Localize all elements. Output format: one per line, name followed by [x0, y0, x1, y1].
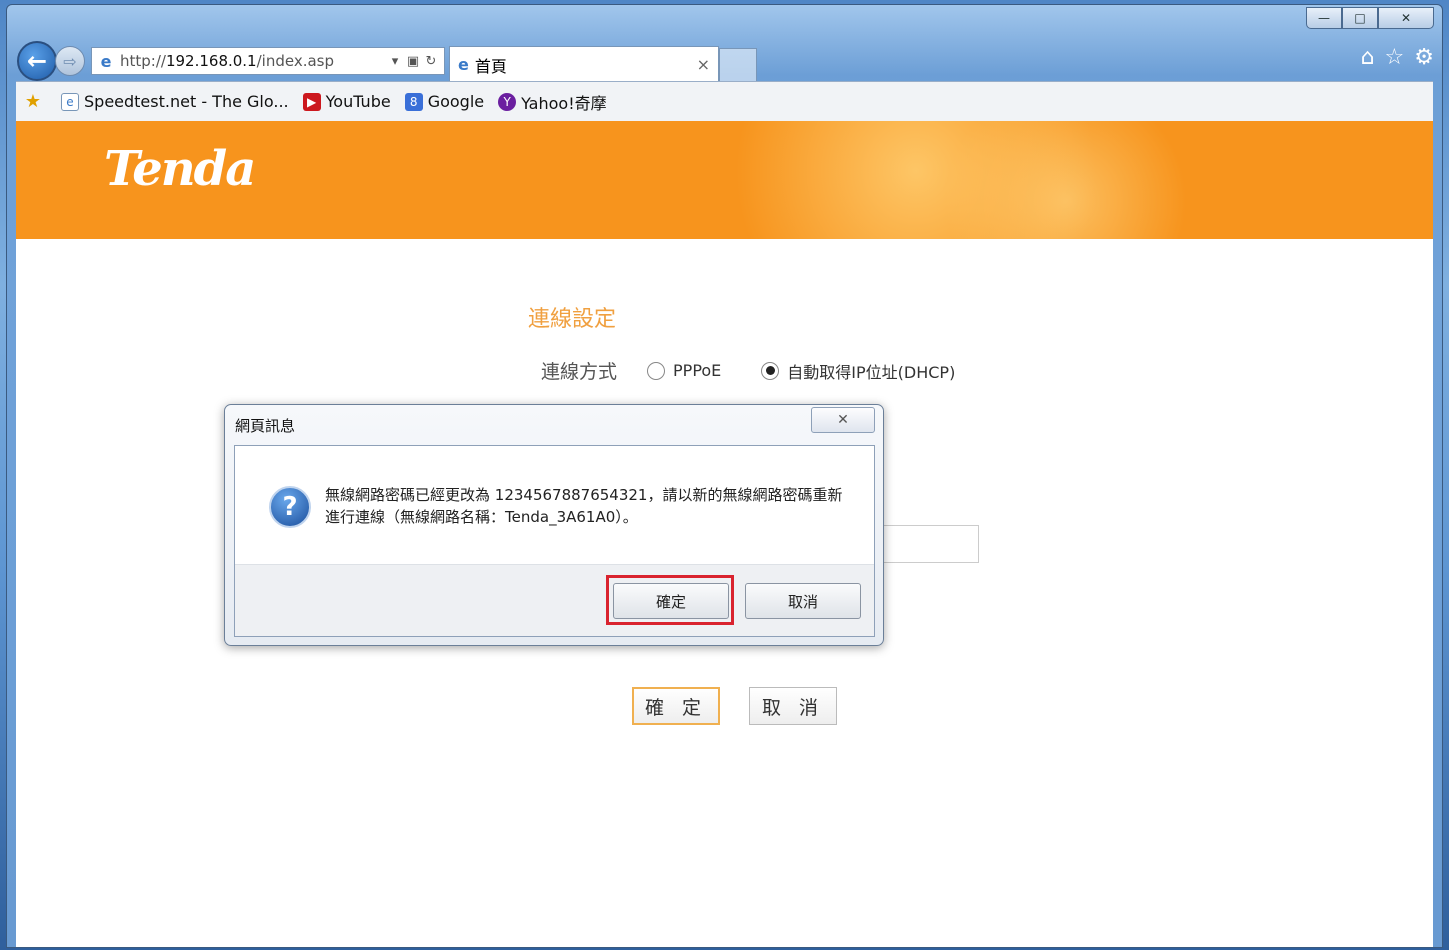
- section-title: 連線設定: [527, 307, 616, 332]
- yahoo-icon: Y: [498, 92, 517, 111]
- maximize-button[interactable]: □: [1342, 7, 1378, 29]
- dialog-title: 網頁訊息: [235, 417, 296, 435]
- fav-label: Google: [427, 92, 485, 111]
- ie-page-icon: e: [61, 92, 79, 111]
- dialog-body: ? 無線網路密碼已經更改為 1234567887654321，請以新的無線網路密…: [234, 445, 875, 637]
- back-button[interactable]: ←: [17, 41, 57, 81]
- dialog-message: 無線網路密碼已經更改為 1234567887654321，請以新的無線網路密碼重…: [325, 486, 843, 526]
- star-icon[interactable]: ☆: [1385, 45, 1405, 70]
- ie-tab-icon: e: [458, 55, 469, 74]
- question-icon: ?: [269, 486, 311, 528]
- navigation-bar: ← ⇨ e http://192.168.0.1/index.asp ▾ ▣ ↻…: [17, 41, 1432, 82]
- forward-arrow-icon: ⇨: [63, 51, 77, 71]
- favorites-add[interactable]: ★: [24, 91, 47, 112]
- radio-dhcp[interactable]: [761, 361, 780, 380]
- forward-button[interactable]: ⇨: [55, 46, 85, 76]
- page-cancel-button[interactable]: 取 消: [749, 687, 837, 725]
- connection-type-label: 連線方式: [541, 361, 618, 383]
- address-url[interactable]: http://192.168.0.1/index.asp: [120, 52, 386, 70]
- fav-item-google[interactable]: 8 Google: [404, 92, 485, 111]
- page-ok-button[interactable]: 確 定: [632, 687, 720, 725]
- compat-view-icon[interactable]: ▣: [404, 54, 422, 69]
- radio-pppoe-label: PPPoE: [673, 361, 722, 380]
- new-tab-button[interactable]: [719, 48, 757, 82]
- fav-label: YouTube: [325, 92, 391, 111]
- header-banner: Tenda: [16, 121, 1433, 239]
- tab-home[interactable]: e 首頁 ×: [449, 46, 719, 82]
- dropdown-icon[interactable]: ▾: [386, 54, 404, 69]
- dialog-ok-button[interactable]: 確定: [613, 583, 729, 619]
- connection-type-row: 連線方式 PPPoE 自動取得IP位址(DHCP): [541, 357, 955, 384]
- radio-dhcp-label: 自動取得IP位址(DHCP): [787, 362, 956, 382]
- back-arrow-icon: ←: [26, 47, 48, 75]
- dialog-cancel-button[interactable]: 取消: [745, 583, 861, 619]
- favorites-bar: ★ e Speedtest.net - The Glo... ▶ YouTube 8…: [16, 81, 1433, 121]
- url-prefix: http://: [120, 52, 166, 70]
- url-host: 192.168.0.1: [165, 52, 257, 70]
- radio-pppoe[interactable]: [647, 361, 666, 380]
- settings-input[interactable]: [876, 525, 979, 563]
- refresh-icon[interactable]: ↻: [422, 54, 440, 69]
- fav-item-yahoo[interactable]: Y Yahoo!奇摩: [498, 90, 607, 114]
- fav-item-youtube[interactable]: ▶ YouTube: [302, 92, 391, 111]
- tab-close-icon[interactable]: ×: [697, 55, 710, 74]
- dialog-footer: 確定 取消: [235, 564, 874, 636]
- fav-label: Speedtest.net - The Glo...: [84, 92, 289, 111]
- youtube-icon: ▶: [302, 92, 321, 111]
- dialog-close-button[interactable]: ✕: [811, 407, 875, 433]
- fav-label: Yahoo!奇摩: [521, 93, 607, 113]
- favorites-star-icon: ★: [24, 91, 42, 112]
- address-bar[interactable]: e http://192.168.0.1/index.asp ▾ ▣ ↻: [91, 47, 445, 75]
- close-window-button[interactable]: ✕: [1378, 7, 1434, 29]
- ie-icon: e: [100, 51, 112, 71]
- close-icon: ✕: [837, 412, 849, 428]
- gear-icon[interactable]: ⚙: [1414, 45, 1434, 70]
- window-controls: — □ ✕: [1306, 7, 1434, 29]
- tab-title: 首頁: [474, 56, 507, 76]
- google-icon: 8: [404, 92, 423, 111]
- browser-toolbar-icons: ⌂ ☆ ⚙: [1361, 45, 1434, 70]
- url-path: /index.asp: [256, 52, 334, 70]
- fav-item-speedtest[interactable]: e Speedtest.net - The Glo...: [61, 92, 289, 111]
- minimize-button[interactable]: —: [1306, 7, 1342, 29]
- home-icon[interactable]: ⌂: [1361, 45, 1375, 70]
- tenda-logo: Tenda: [104, 141, 256, 197]
- message-dialog: 網頁訊息 ✕ ? 無線網路密碼已經更改為 1234567887654321，請以…: [224, 404, 884, 646]
